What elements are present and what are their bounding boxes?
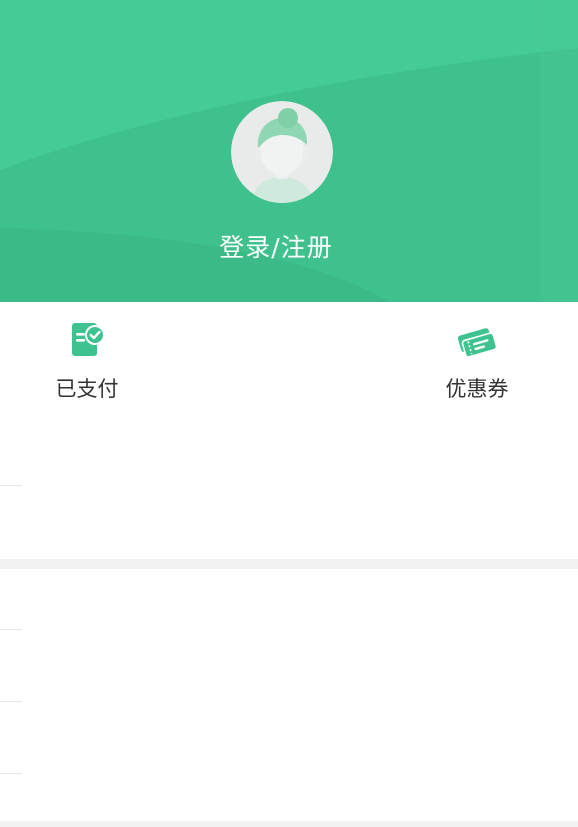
menu-row[interactable] [0,569,578,639]
avatar[interactable] [231,101,333,203]
paid-order-icon [72,323,105,356]
paid-orders-label: 已支付 [55,377,119,401]
coupons-label: 优惠券 [445,377,509,401]
menu-row[interactable] [0,630,578,700]
paid-orders-button[interactable]: 已支付 [27,320,147,404]
login-register-link[interactable]: 登录/注册 [0,230,552,266]
profile-header: 登录/注册 [0,0,578,302]
default-avatar-icon [231,101,333,203]
section-separator [0,559,578,569]
row-divider [0,773,22,774]
section-separator [0,821,578,827]
quick-actions: 已支付 优惠券 [0,302,578,430]
row-divider [0,485,22,486]
menu-row[interactable] [0,416,578,486]
coupons-button[interactable]: 优惠券 [417,320,537,404]
coupon-icon [457,328,497,358]
menu-row[interactable] [0,702,578,772]
